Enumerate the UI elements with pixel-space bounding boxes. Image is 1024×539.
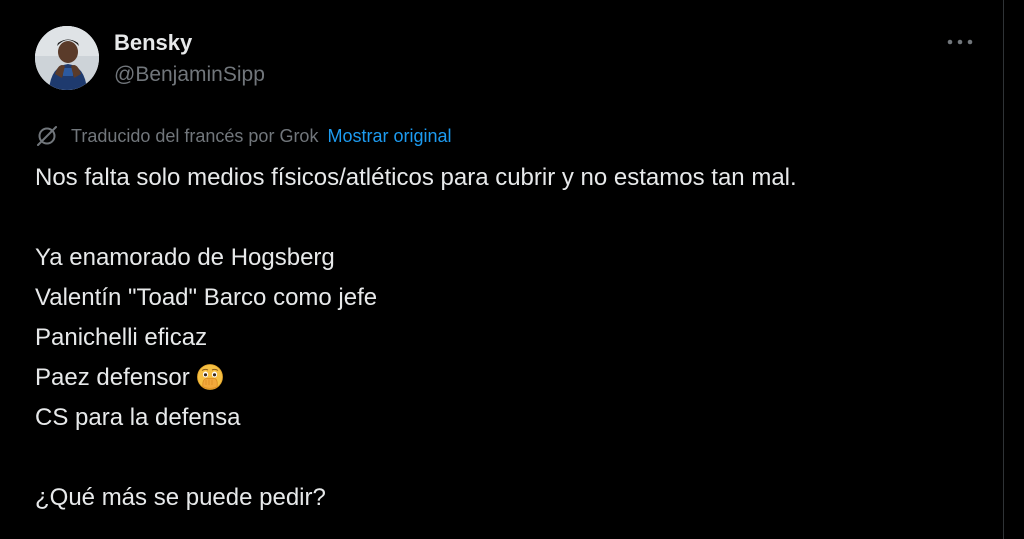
avatar-photo-icon xyxy=(35,26,99,90)
user-handle[interactable]: @BenjaminSipp xyxy=(114,63,265,87)
tweet-line: Ya enamorado de Hogsberg xyxy=(35,244,335,271)
translate-slash-icon xyxy=(37,126,57,146)
tweet-card[interactable]: Bensky @BenjaminSipp Traducido del franc… xyxy=(0,0,1004,539)
show-original-link[interactable]: Mostrar original xyxy=(327,126,451,147)
translation-note: Traducido del francés por Grok xyxy=(71,125,319,146)
avatar[interactable] xyxy=(35,26,99,90)
more-options-button[interactable] xyxy=(940,30,980,54)
tweet-line: CS para la defensa xyxy=(35,404,241,431)
face-with-hand-over-mouth-icon xyxy=(196,364,223,390)
translation-notice: Traducido del francés por Grok Mostrar o… xyxy=(35,124,452,148)
tweet-line: ¿Qué más se puede pedir? xyxy=(35,484,326,511)
tweet-line: Valentín "Toad" Barco como jefe xyxy=(35,284,378,311)
tweet-line: Nos falta solo medios físicos/atléticos … xyxy=(35,164,797,191)
display-name[interactable]: Bensky xyxy=(114,30,192,56)
more-dots-icon xyxy=(947,39,973,45)
tweet-line-with-emoji: Paez defensor xyxy=(35,358,985,398)
tweet-text: Nos falta solo medios físicos/atléticos … xyxy=(35,158,985,518)
tweet-line-text: Paez defensor xyxy=(35,364,190,391)
tweet-line: Panichelli eficaz xyxy=(35,324,208,351)
